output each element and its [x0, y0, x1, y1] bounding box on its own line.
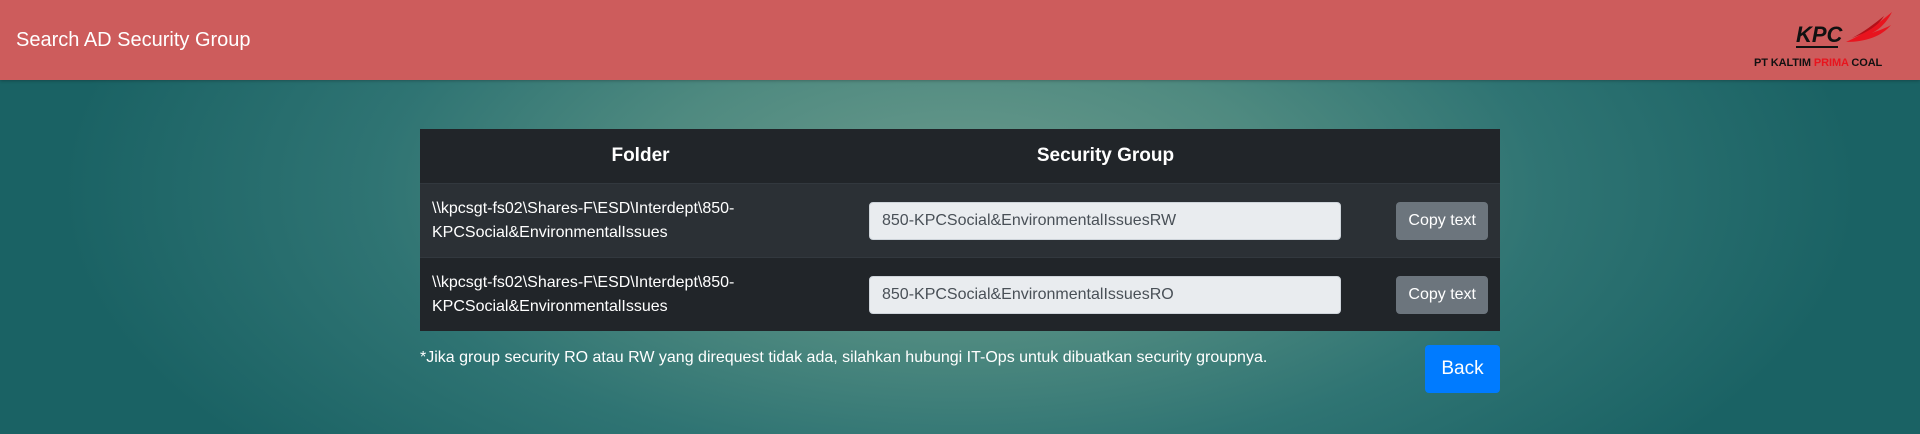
folder-path-line: KPCSocial&EnvironmentalIssues — [432, 297, 668, 315]
column-header-security-group: Security Group — [861, 129, 1350, 184]
company-logo: KPC PT KALTIM PRIMA COAL — [1754, 10, 1904, 72]
security-group-field[interactable] — [869, 201, 1341, 240]
results-panel: Folder Security Group \\kpcsgt-fs02\Shar… — [420, 129, 1500, 331]
folder-path-line: KPCSocial&EnvironmentalIssues — [432, 223, 668, 241]
copy-cell: Copy text — [1350, 257, 1500, 331]
folder-path-line: \\kpcsgt-fs02\Shares-F\ESD\Interdept\850… — [432, 273, 735, 291]
company-name: PT KALTIM PRIMA COAL — [1754, 57, 1883, 69]
copy-text-button[interactable]: Copy text — [1396, 201, 1488, 240]
page-title: Search AD Security Group — [16, 29, 251, 51]
copy-text-button[interactable]: Copy text — [1396, 275, 1488, 314]
top-bar: Search AD Security Group KPC PT KALTIM P… — [0, 0, 1920, 80]
folder-path-line: \\kpcsgt-fs02\Shares-F\ESD\Interdept\850… — [432, 199, 735, 217]
folder-cell: \\kpcsgt-fs02\Shares-F\ESD\Interdept\850… — [420, 257, 861, 331]
results-table: Folder Security Group \\kpcsgt-fs02\Shar… — [420, 129, 1500, 331]
table-row: \\kpcsgt-fs02\Shares-F\ESD\Interdept\850… — [420, 183, 1500, 258]
table-header-row: Folder Security Group — [420, 129, 1500, 184]
copy-cell: Copy text — [1350, 183, 1500, 258]
back-button[interactable]: Back — [1425, 345, 1500, 393]
column-header-actions — [1350, 129, 1500, 184]
security-group-field[interactable] — [869, 275, 1341, 314]
security-group-cell — [861, 183, 1350, 258]
kpc-logo-mark: KPC — [1796, 12, 1892, 48]
folder-cell: \\kpcsgt-fs02\Shares-F\ESD\Interdept\850… — [420, 183, 861, 258]
logo-mark-text: KPC — [1796, 22, 1844, 47]
column-header-folder: Folder — [420, 129, 861, 184]
table-row: \\kpcsgt-fs02\Shares-F\ESD\Interdept\850… — [420, 257, 1500, 331]
security-group-cell — [861, 257, 1350, 331]
info-note: *Jika group security RO atau RW yang dir… — [420, 349, 1268, 366]
